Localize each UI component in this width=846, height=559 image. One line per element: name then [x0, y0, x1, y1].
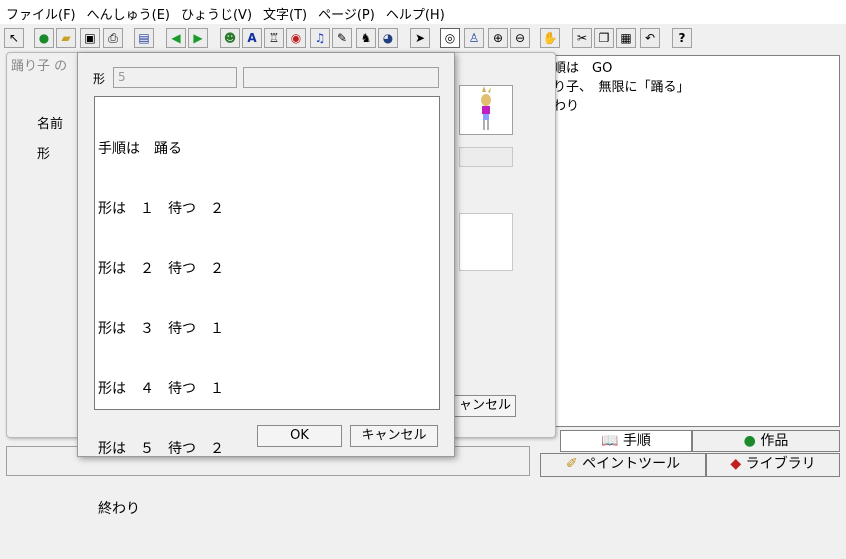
zoom-in-icon[interactable]: ⊕: [488, 28, 508, 48]
zoom-out-icon[interactable]: ⊖: [510, 28, 530, 48]
pencil-icon[interactable]: ✎: [332, 28, 352, 48]
menu-file[interactable]: ファイル(F): [0, 0, 81, 24]
tab-procedure[interactable]: 📖 手順: [560, 430, 692, 452]
script-editor[interactable]: 手順は 踊る 形は １ 待つ ２ 形は ２ 待つ ２ 形は ３ 待つ １ 形は …: [94, 96, 440, 517]
shape-label: 形: [37, 147, 51, 162]
back-textarea[interactable]: [459, 213, 513, 271]
shape-script-dialog: 形 5 手順は 踊る 形は １ 待つ ２ 形は ２ 待つ ２ 形は ３ 待つ １…: [77, 52, 455, 517]
text-a-icon[interactable]: A: [242, 28, 262, 48]
dialog-title: 踊り子 の: [11, 59, 68, 74]
script-line: り子、 無限に「踊る」: [553, 80, 690, 95]
help-icon[interactable]: ?: [672, 28, 692, 48]
stop-hand-icon[interactable]: ✋: [540, 28, 560, 48]
character-preview[interactable]: [459, 85, 513, 135]
character-icon[interactable]: ☻: [220, 28, 240, 48]
ok-button[interactable]: OK: [257, 425, 342, 447]
arrow-right-icon[interactable]: ▶: [188, 28, 208, 48]
menu-help[interactable]: ヘルプ(H): [380, 0, 450, 24]
script-line: 形は ２ 待つ ２: [98, 261, 224, 277]
copy-icon[interactable]: ❐: [594, 28, 614, 48]
stamp-icon[interactable]: ♙: [464, 28, 484, 48]
tab-paint-tool-label: ペイントツール: [582, 456, 681, 472]
undo-icon[interactable]: ↶: [640, 28, 660, 48]
scissors-icon[interactable]: ✂: [572, 28, 592, 48]
script-line: わり: [553, 99, 580, 114]
shape-number-field[interactable]: 5: [113, 67, 237, 88]
menu-page[interactable]: ページ(P): [312, 0, 380, 24]
disk-face-icon[interactable]: ◕: [378, 28, 398, 48]
tab-library-label: ライブラリ: [745, 456, 816, 472]
script-line: 形は １ 待つ ２: [98, 201, 224, 217]
back-field[interactable]: [459, 147, 513, 167]
print-icon[interactable]: ⎙: [103, 28, 123, 48]
script-line: 手順は 踊る: [98, 141, 182, 157]
back-cancel-button[interactable]: ャンセル: [454, 395, 516, 417]
menu-edit[interactable]: へんしゅう(E): [81, 0, 175, 24]
paste-icon[interactable]: ▦: [616, 28, 636, 48]
tab-library[interactable]: ◆ ライブラリ: [706, 453, 840, 477]
script-line: 順は GO: [553, 61, 613, 76]
shape-field-label: 形: [93, 72, 106, 86]
robot-icon[interactable]: ♖: [264, 28, 284, 48]
pointer-select-icon[interactable]: ↖: [4, 28, 24, 48]
book-icon[interactable]: ▤: [134, 28, 154, 48]
open-folder-icon[interactable]: ▰: [56, 28, 76, 48]
eye-shape-icon[interactable]: ◉: [286, 28, 306, 48]
globe-icon: ●: [743, 433, 756, 449]
script-line: 終わり: [98, 501, 140, 517]
save-icon[interactable]: ▣: [80, 28, 100, 48]
cancel-button[interactable]: キャンセル: [350, 425, 438, 447]
menu-view[interactable]: ひょうじ(V): [175, 0, 257, 24]
tab-works-label: 作品: [760, 433, 789, 449]
book-icon: 📖: [601, 433, 619, 449]
script-line: 形は ４ 待つ １: [98, 381, 224, 397]
menu-text[interactable]: 文字(T): [257, 0, 312, 24]
tab-procedure-label: 手順: [622, 433, 651, 449]
brush-icon: ✐: [565, 456, 578, 472]
tab-works[interactable]: ● 作品: [692, 430, 840, 452]
toolbar: ↖ ● ▰ ▣ ⎙ ▤ ◀ ▶ ☻ A ♖ ◉ ♫ ✎ ♞ ◕ ➤ ◎ ♙ ⊕ …: [0, 26, 846, 52]
crowd-icon[interactable]: ♞: [356, 28, 376, 48]
script-line: 形は ３ 待つ １: [98, 321, 224, 337]
arrow-left-icon[interactable]: ◀: [166, 28, 186, 48]
music-note-icon[interactable]: ♫: [310, 28, 330, 48]
shape-name-field[interactable]: [243, 67, 439, 88]
view-eye-icon[interactable]: ◎: [440, 28, 460, 48]
globe-icon[interactable]: ●: [34, 28, 54, 48]
shapes-icon: ◆: [730, 456, 742, 472]
menu-bar: ファイル(F) へんしゅう(E) ひょうじ(V) 文字(T) ページ(P) ヘルプ(H): [0, 0, 846, 24]
tab-paint-tool[interactable]: ✐ ペイントツール: [540, 453, 706, 477]
cursor-arrow-icon[interactable]: ➤: [410, 28, 430, 48]
script-pane[interactable]: 順は GO り子、 無限に「踊る」 わり: [552, 55, 840, 427]
dancer-image: [481, 86, 491, 130]
name-label: 名前: [37, 117, 64, 132]
